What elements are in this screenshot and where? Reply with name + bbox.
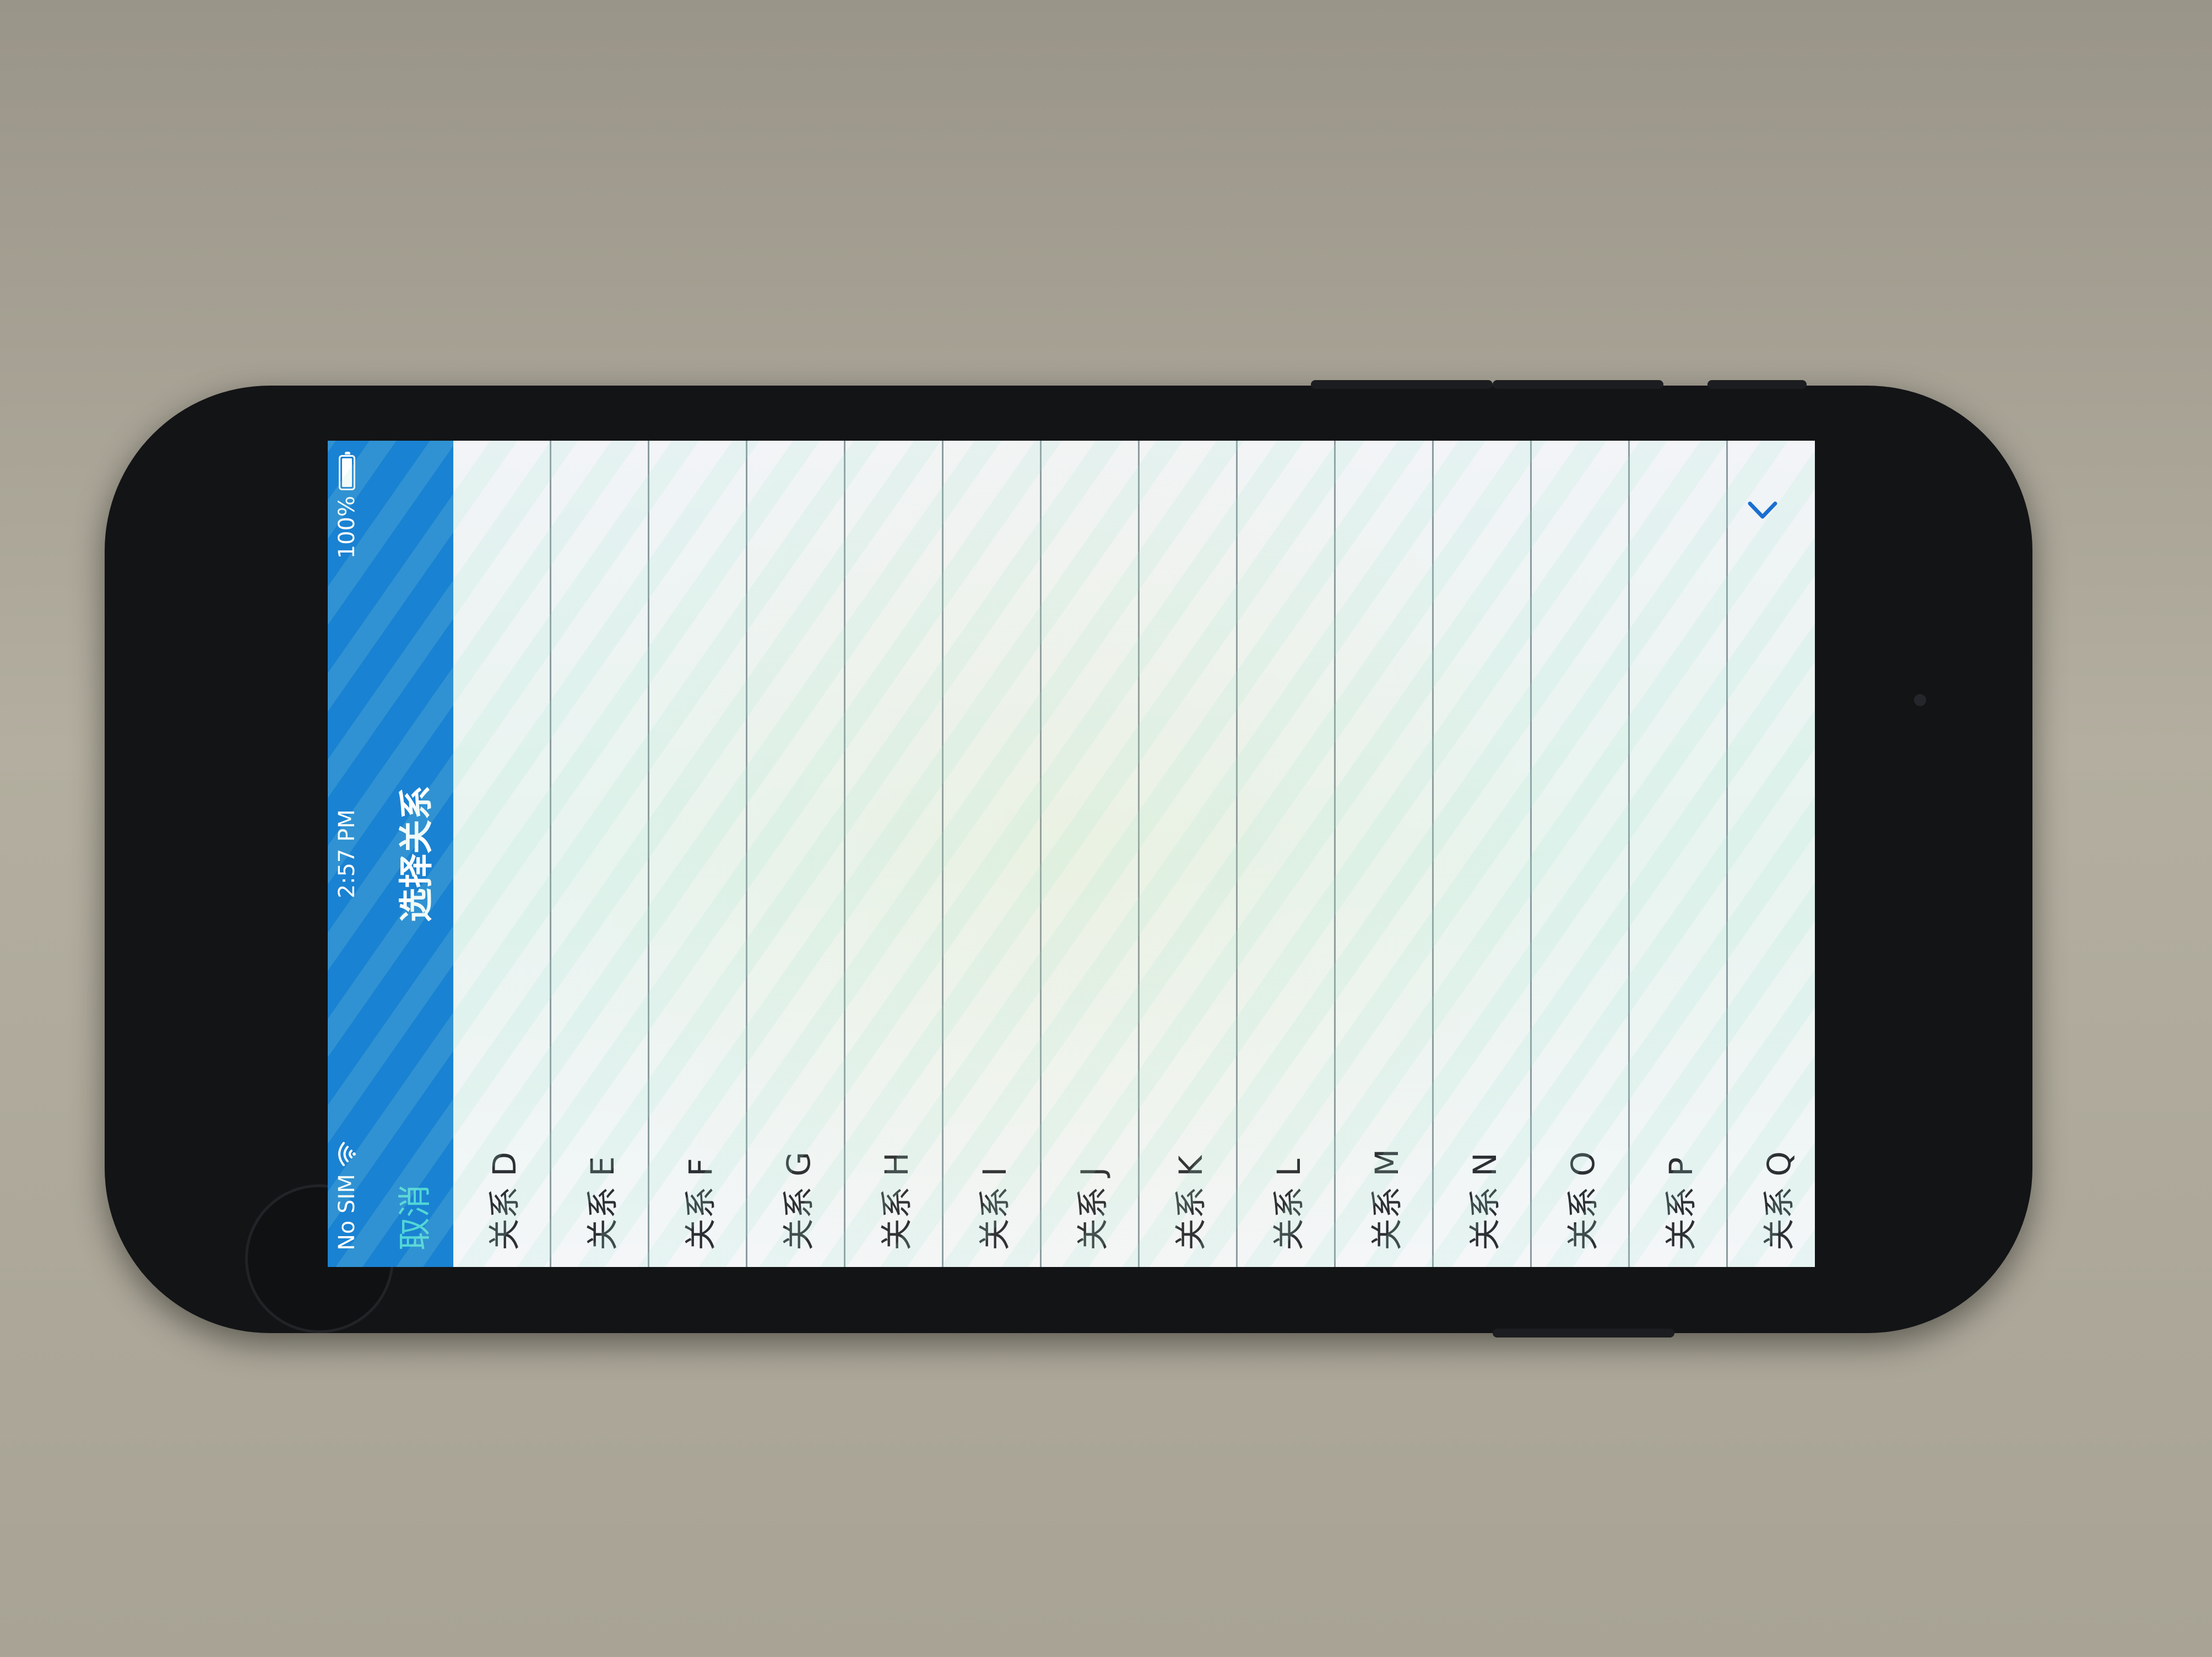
list-item[interactable]: 关系 J xyxy=(1042,441,1140,1267)
page-title: 选择关系 xyxy=(396,786,436,923)
list-item[interactable]: 关系 H xyxy=(845,441,944,1267)
list-item[interactable]: 关系 D xyxy=(453,441,551,1267)
volume-button-down xyxy=(1493,380,1663,389)
volume-button-up xyxy=(1311,380,1493,389)
status-time: 2:57 PM xyxy=(334,809,360,898)
power-button xyxy=(1493,1329,1674,1337)
status-bar: No SIM 2:57 PM 100% xyxy=(328,441,364,1267)
list-item[interactable]: 关系 M xyxy=(1336,441,1434,1267)
relation-picker-screen: No SIM 2:57 PM 100% 取消 选择关系 关系 D 关系 E 关系… xyxy=(328,441,1815,1267)
list-item[interactable]: 关系 K xyxy=(1140,441,1238,1267)
list-item[interactable]: 关系 Q xyxy=(1728,441,1815,1267)
battery-icon xyxy=(339,455,355,490)
relation-label: 关系 I xyxy=(975,1167,1013,1250)
navigation-bar: No SIM 2:57 PM 100% 取消 选择关系 xyxy=(328,441,453,1267)
battery-level-fill xyxy=(342,458,352,487)
relation-label: 关系 M xyxy=(1368,1149,1406,1250)
front-camera xyxy=(1914,694,1926,706)
list-item[interactable]: 关系 L xyxy=(1238,441,1336,1267)
relation-label: 关系 H xyxy=(877,1152,915,1250)
chevron-left-icon[interactable] xyxy=(1743,490,1782,529)
relation-label: 关系 D xyxy=(485,1151,523,1250)
battery-status: 100% xyxy=(334,455,360,559)
relation-list: 关系 D 关系 E 关系 F 关系 G 关系 H 关系 I 关系 J 关系 K 关系 L 关系 M… xyxy=(453,441,1815,1267)
list-item[interactable]: 关系 I xyxy=(944,441,1042,1267)
relation-label: 关系 P xyxy=(1662,1157,1700,1250)
list-item[interactable]: 关系 P xyxy=(1630,441,1728,1267)
relation-label: 关系 G xyxy=(779,1151,817,1250)
battery-percent: 100% xyxy=(334,496,360,559)
relation-label: 关系 O xyxy=(1564,1151,1602,1250)
list-item[interactable]: 关系 N xyxy=(1434,441,1532,1267)
relation-label: 关系 Q xyxy=(1760,1151,1798,1250)
list-item[interactable]: 关系 E xyxy=(551,441,649,1267)
relation-label: 关系 F xyxy=(681,1158,719,1250)
relation-label: 关系 L xyxy=(1270,1158,1308,1250)
list-item[interactable]: 关系 G xyxy=(747,441,845,1267)
list-item[interactable]: 关系 O xyxy=(1532,441,1630,1267)
mute-switch xyxy=(1707,380,1807,389)
relation-label: 关系 K xyxy=(1172,1155,1210,1250)
relation-label: 关系 E xyxy=(583,1156,621,1250)
relation-label: 关系 J xyxy=(1074,1167,1112,1250)
relation-label: 关系 N xyxy=(1466,1152,1504,1250)
list-item[interactable]: 关系 F xyxy=(649,441,747,1267)
phone-screen: No SIM 2:57 PM 100% 取消 选择关系 关系 D 关系 E 关系… xyxy=(328,441,1815,1267)
